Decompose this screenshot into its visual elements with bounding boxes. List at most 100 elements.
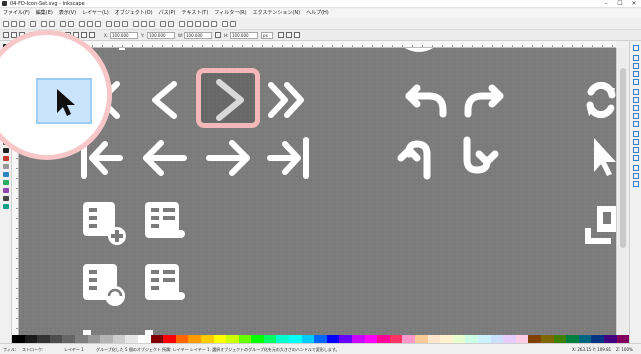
bucket-tool-icon[interactable] <box>3 172 9 177</box>
palette-swatch[interactable] <box>616 335 630 343</box>
palette-swatch[interactable] <box>364 335 378 343</box>
snap-nodes-icon[interactable] <box>633 89 639 95</box>
palette-swatch[interactable] <box>137 335 151 343</box>
connector-tool-icon[interactable] <box>3 204 9 209</box>
y-field[interactable]: 100.000 <box>147 32 175 39</box>
snap-bbox-edge-icon[interactable] <box>633 63 639 69</box>
palette-swatch[interactable] <box>427 335 441 343</box>
palette-swatch[interactable] <box>415 335 428 343</box>
palette-swatch[interactable] <box>440 335 453 343</box>
spray-tool-icon[interactable] <box>3 156 9 161</box>
palette-swatch[interactable] <box>490 335 504 343</box>
snap-page-icon[interactable] <box>633 165 639 171</box>
snap-smooth-icon[interactable] <box>633 121 639 127</box>
snap-bbox-midpoint-icon[interactable] <box>633 79 639 85</box>
zoom-selection-icon[interactable] <box>106 21 112 27</box>
w-field[interactable]: 100.000 <box>184 32 212 39</box>
snap-text-baseline-icon[interactable] <box>633 155 639 161</box>
palette-swatch[interactable] <box>339 335 353 343</box>
layer-select[interactable]: レイヤー 1 <box>64 345 84 354</box>
h-field[interactable]: 100.000 <box>230 32 258 39</box>
palette-swatch[interactable] <box>112 335 126 343</box>
selected-icon-highlight[interactable] <box>196 68 260 128</box>
open-file-icon[interactable] <box>11 21 17 27</box>
text-font-icon[interactable] <box>187 21 193 27</box>
export-icon[interactable] <box>49 21 55 27</box>
move-gradients-icon[interactable] <box>294 32 300 38</box>
mesh-tool-icon[interactable] <box>3 188 9 193</box>
palette-swatch[interactable] <box>100 335 113 343</box>
palette-swatch[interactable] <box>238 335 252 343</box>
snap-toggle-icon[interactable] <box>633 45 639 51</box>
snap-guide-icon[interactable] <box>633 181 639 187</box>
zoom-level[interactable]: Z: 100% <box>616 345 633 354</box>
menu-extensions[interactable]: エクステンション(N) <box>253 9 301 18</box>
palette-swatch[interactable] <box>540 335 554 343</box>
paste-icon[interactable] <box>95 21 101 27</box>
palette-swatch[interactable] <box>213 335 227 343</box>
menu-text[interactable]: テキスト(T) <box>181 9 208 18</box>
palette-swatch[interactable] <box>188 335 201 343</box>
zoom-drawing-icon[interactable] <box>114 21 120 27</box>
group-icon[interactable] <box>160 21 166 27</box>
palette-swatch[interactable] <box>125 335 138 343</box>
palette-swatch[interactable] <box>377 335 390 343</box>
xml-editor-icon[interactable] <box>203 21 209 27</box>
palette-swatch[interactable] <box>24 335 38 343</box>
clone-icon[interactable] <box>141 21 147 27</box>
canvas-vertical-scrollbar[interactable] <box>616 48 629 335</box>
palette-swatch[interactable] <box>226 335 239 343</box>
palette-swatch[interactable] <box>289 335 302 343</box>
redo-action-icon[interactable] <box>68 21 74 27</box>
palette-swatch[interactable] <box>553 335 567 343</box>
palette-swatch[interactable] <box>389 335 403 343</box>
palette-swatch[interactable] <box>515 335 529 343</box>
preferences-icon[interactable] <box>222 21 228 27</box>
select-all-icon[interactable] <box>3 32 9 38</box>
document-properties-icon[interactable] <box>230 21 236 27</box>
unlink-clone-icon[interactable] <box>149 21 155 27</box>
snap-grid-icon[interactable] <box>633 173 639 179</box>
menu-layer[interactable]: レイヤー(L) <box>82 9 109 18</box>
snap-center-icon[interactable] <box>633 139 639 145</box>
align-distribute-icon[interactable] <box>211 21 217 27</box>
palette-swatch[interactable] <box>314 335 327 343</box>
snap-rotation-center-icon[interactable] <box>633 147 639 153</box>
palette-swatch[interactable] <box>352 335 365 343</box>
palette-swatch[interactable] <box>251 335 264 343</box>
palette-swatch[interactable] <box>603 335 617 343</box>
new-document-icon[interactable] <box>3 21 9 27</box>
import-icon[interactable] <box>41 21 47 27</box>
palette-swatch[interactable] <box>402 335 415 343</box>
scrollbar-thumb[interactable] <box>620 68 626 248</box>
scale-stroke-icon[interactable] <box>278 32 284 38</box>
palette-swatch[interactable] <box>62 335 75 343</box>
palette-swatch[interactable] <box>503 335 516 343</box>
eraser-tool-icon[interactable] <box>3 164 9 169</box>
lower-icon[interactable] <box>81 32 87 38</box>
print-icon[interactable] <box>30 21 36 27</box>
menu-path[interactable]: パス(P) <box>159 9 176 18</box>
save-icon[interactable] <box>19 21 25 27</box>
palette-swatch[interactable] <box>74 335 88 343</box>
menu-view[interactable]: 表示(V) <box>59 9 76 18</box>
horizontal-ruler[interactable] <box>12 41 616 48</box>
duplicate-icon[interactable] <box>133 21 139 27</box>
palette-swatch[interactable] <box>150 335 164 343</box>
fill-stroke-icon[interactable] <box>179 21 185 27</box>
palette-swatch[interactable] <box>200 335 214 343</box>
menu-edit[interactable]: 編集(E) <box>36 9 53 18</box>
snap-cusp-icon[interactable] <box>633 113 639 119</box>
lock-ratio-icon[interactable] <box>215 32 221 38</box>
snap-bbox-corner-icon[interactable] <box>633 71 639 77</box>
dropper-tool-icon[interactable] <box>3 196 9 201</box>
palette-swatch[interactable] <box>566 335 579 343</box>
snap-midpoint-icon[interactable] <box>633 131 639 137</box>
maximize-button[interactable]: ☐ <box>613 0 627 8</box>
scale-corners-icon[interactable] <box>286 32 292 38</box>
menu-help[interactable]: ヘルプ(H) <box>306 9 329 18</box>
zoom-page-icon[interactable] <box>122 21 128 27</box>
palette-swatch[interactable] <box>591 335 604 343</box>
snap-intersection-icon[interactable] <box>633 105 639 111</box>
lower-bottom-icon[interactable] <box>89 32 95 38</box>
